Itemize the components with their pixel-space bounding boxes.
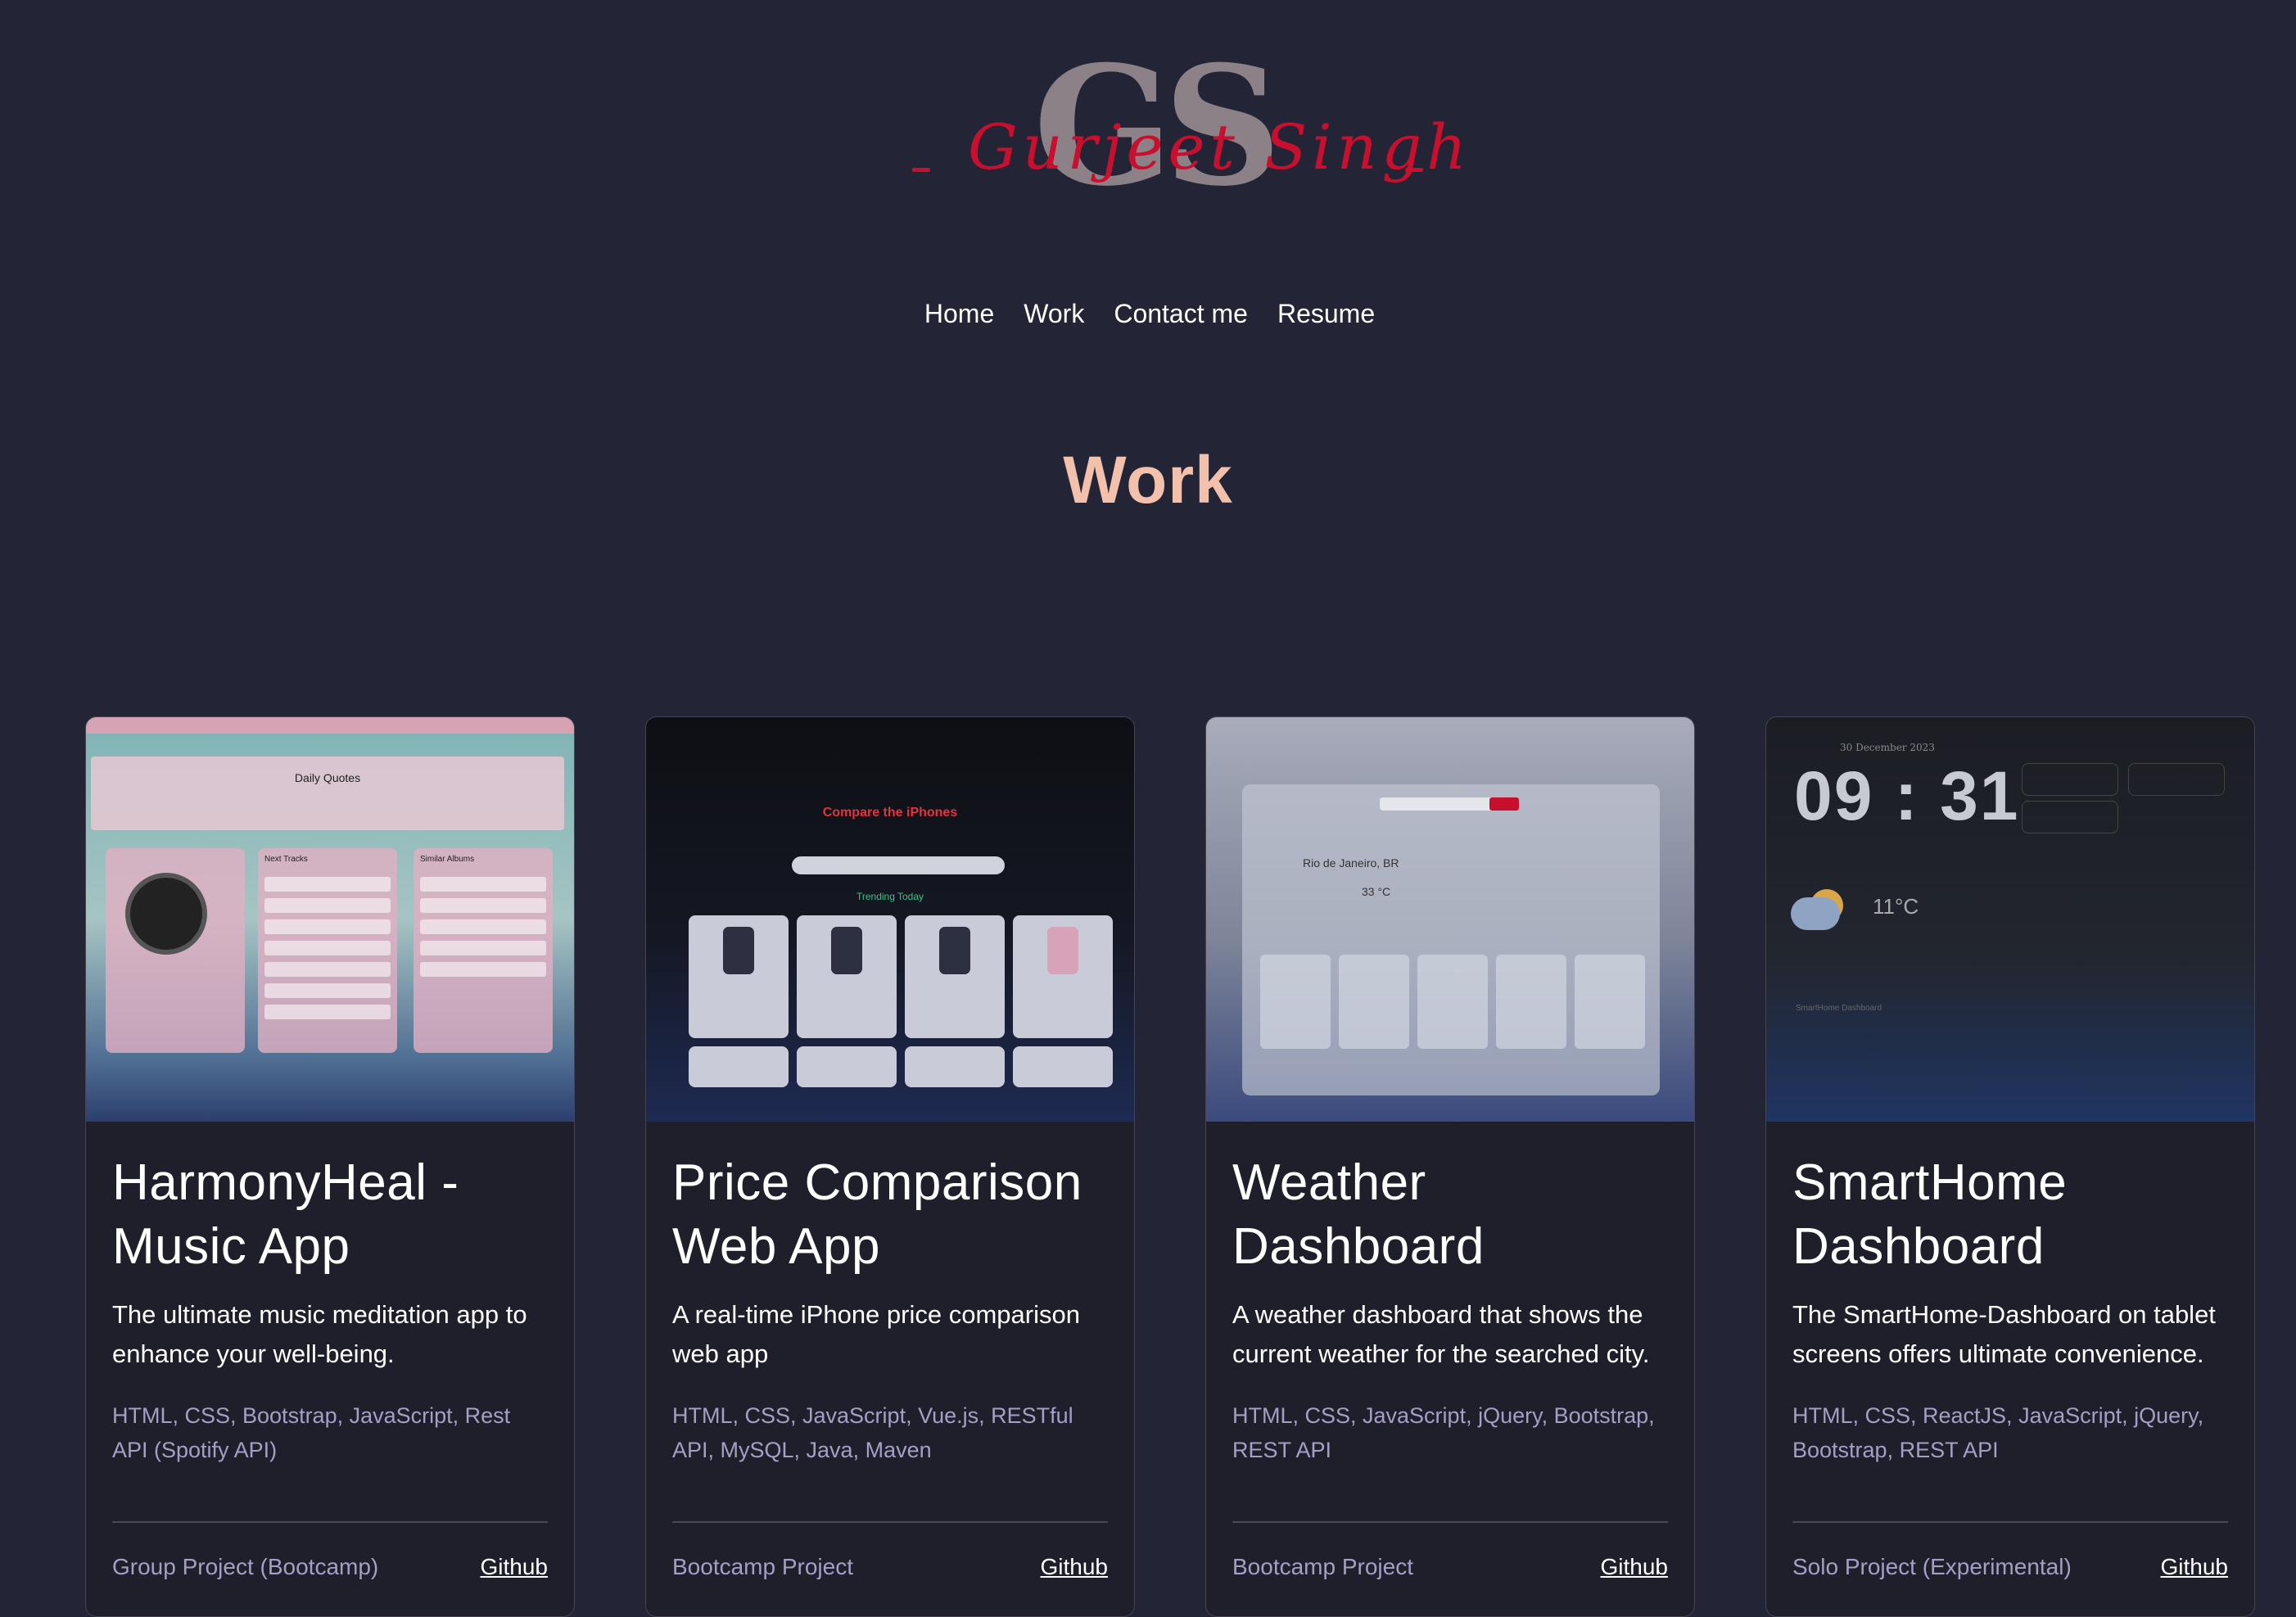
project-card: Rio de Janeiro, BR 33 °C Weather Dashboa… — [1205, 716, 1695, 1617]
thumb-label: SmartHome Dashboard — [1796, 1004, 1882, 1013]
thumb-panel-title: Similar Albums — [420, 855, 475, 864]
project-description: A real-time iPhone price comparison web … — [672, 1300, 1080, 1368]
nav-resume-link[interactable]: Resume — [1274, 299, 1375, 329]
forecast-card — [1417, 955, 1488, 1049]
thumb-topbar — [86, 717, 574, 734]
card-divider — [672, 1521, 1108, 1523]
forecast-card — [1575, 955, 1645, 1049]
thumb-temperature: 11°C — [1873, 894, 1919, 919]
project-tech-stack: HTML, CSS, ReactJS, JavaScript, jQuery, … — [1792, 1403, 2204, 1462]
project-thumbnail[interactable]: Compare the iPhones Trending Today — [646, 717, 1134, 1122]
github-link[interactable]: Github — [2161, 1554, 2229, 1580]
device-tile — [2022, 801, 2118, 833]
thumb-heading: Daily Quotes — [294, 771, 361, 784]
project-card: 30 December 2023 09 : 31 11°C SmartHome … — [1765, 716, 2255, 1617]
phone-card — [797, 915, 897, 1038]
project-thumbnail[interactable]: Rio de Janeiro, BR 33 °C — [1206, 717, 1694, 1122]
card-footer: Bootcamp Project Github — [1232, 1554, 1668, 1580]
device-tile — [2128, 763, 2225, 796]
thumb-tracks-panel: Next Tracks — [258, 848, 397, 1053]
project-title: Price Comparison Web App — [672, 1154, 1082, 1275]
card-divider — [1232, 1521, 1668, 1523]
thumb-trending-label: Trending Today — [856, 891, 924, 902]
forecast-card — [1496, 955, 1566, 1049]
github-link[interactable]: Github — [1601, 1554, 1669, 1580]
thumb-panel-title: Next Tracks — [264, 855, 308, 864]
logo-script-name: Gurjeet Singh — [968, 111, 1472, 183]
phone-card — [689, 915, 789, 1038]
phone-card — [689, 1046, 789, 1087]
thumb-search-bar — [792, 856, 1005, 874]
forecast-card — [1260, 955, 1331, 1049]
nav-contact-link[interactable]: Contact me — [1110, 299, 1248, 329]
card-footer: Group Project (Bootcamp) Github — [112, 1554, 548, 1580]
github-link[interactable]: Github — [481, 1554, 549, 1580]
project-type: Solo Project (Experimental) — [1792, 1554, 2072, 1579]
device-tile — [2022, 763, 2118, 796]
project-tech-stack: HTML, CSS, JavaScript, jQuery, Bootstrap… — [1232, 1403, 1655, 1462]
thumb-player-panel — [106, 848, 245, 1053]
project-type: Bootcamp Project — [1232, 1554, 1413, 1579]
thumb-search-bar — [1380, 797, 1519, 811]
thumb-quotes-panel: Daily Quotes — [91, 757, 564, 830]
project-thumbnail[interactable]: 30 December 2023 09 : 31 11°C SmartHome … — [1766, 717, 2254, 1122]
phone-card — [905, 915, 1005, 1038]
thumb-date: 30 December 2023 — [1840, 742, 1935, 753]
forecast-card — [1339, 955, 1409, 1049]
logo-dash-right — [1405, 168, 1423, 172]
project-tech-stack: HTML, CSS, Bootstrap, JavaScript, Rest A… — [112, 1403, 511, 1462]
card-footer: Bootcamp Project Github — [672, 1554, 1108, 1580]
vinyl-icon — [125, 873, 207, 955]
project-type: Bootcamp Project — [672, 1554, 853, 1579]
github-link[interactable]: Github — [1041, 1554, 1109, 1580]
project-card: Daily Quotes Next Tracks Similar Albums … — [85, 716, 575, 1617]
project-title: HarmonyHeal - Music App — [112, 1154, 459, 1275]
thumb-albums-panel: Similar Albums — [414, 848, 553, 1053]
thumb-dashboard-panel — [1242, 784, 1660, 1095]
card-divider — [1792, 1521, 2228, 1523]
project-card: Compare the iPhones Trending Today Price… — [645, 716, 1135, 1617]
thumb-clock: 09 : 31 — [1794, 757, 2020, 834]
phone-card — [905, 1046, 1005, 1087]
project-title: SmartHome Dashboard — [1792, 1154, 2068, 1275]
thumb-heading: Compare the iPhones — [822, 806, 958, 820]
project-tech-stack: HTML, CSS, JavaScript, Vue.js, RESTful A… — [672, 1403, 1073, 1462]
project-description: A weather dashboard that shows the curre… — [1232, 1300, 1650, 1368]
project-thumbnail[interactable]: Daily Quotes Next Tracks Similar Albums — [86, 717, 574, 1122]
site-logo[interactable]: GS Gurjeet Singh — [902, 45, 1467, 209]
phone-card — [1013, 1046, 1113, 1087]
section-title: Work — [1063, 443, 1233, 517]
main-nav: Home Work Contact me Resume — [0, 299, 2296, 329]
cloud-icon — [1791, 897, 1840, 930]
phone-card — [1013, 915, 1113, 1038]
card-divider — [112, 1521, 548, 1523]
thumb-city: Rio de Janeiro, BR — [1303, 856, 1399, 869]
thumb-temperature: 33 °C — [1362, 885, 1391, 898]
nav-work-link[interactable]: Work — [1020, 299, 1084, 329]
project-type: Group Project (Bootcamp) — [112, 1554, 379, 1579]
card-footer: Solo Project (Experimental) Github — [1792, 1554, 2228, 1580]
phone-card — [797, 1046, 897, 1087]
project-description: The ultimate music meditation app to enh… — [112, 1300, 527, 1368]
project-title: Weather Dashboard — [1232, 1154, 1485, 1275]
project-description: The SmartHome-Dashboard on tablet screen… — [1792, 1300, 2216, 1368]
nav-home-link[interactable]: Home — [921, 299, 994, 329]
logo-dash-left — [912, 168, 930, 172]
